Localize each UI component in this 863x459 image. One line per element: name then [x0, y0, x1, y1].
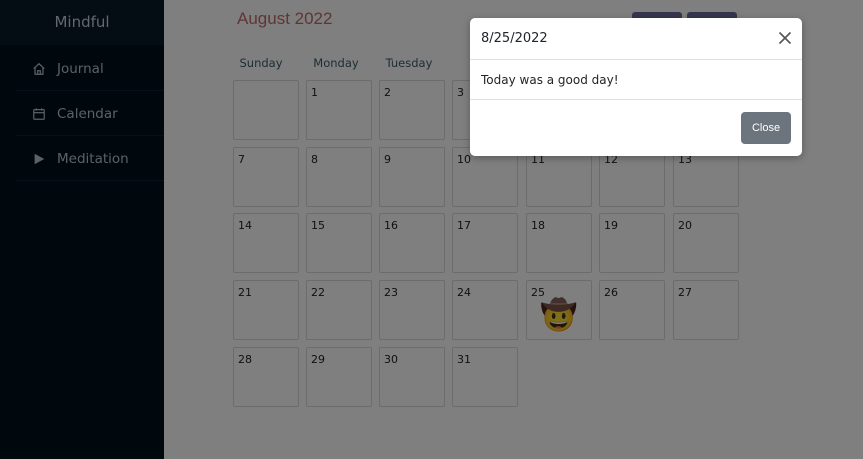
modal-header: 8/25/2022: [470, 18, 802, 60]
journal-entry-text: Today was a good day!: [481, 73, 619, 87]
day-modal: 8/25/2022 Today was a good day! Close: [470, 18, 802, 156]
modal-body: Today was a good day!: [470, 60, 802, 100]
modal-title: 8/25/2022: [481, 31, 548, 46]
close-button[interactable]: Close: [741, 112, 791, 144]
close-icon[interactable]: [774, 27, 796, 49]
